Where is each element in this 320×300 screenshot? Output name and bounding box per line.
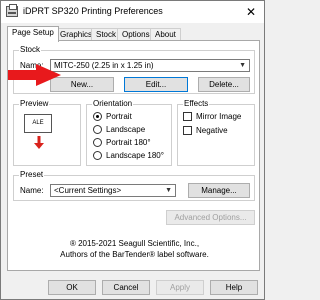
preset-name-label: Name: xyxy=(20,186,44,195)
copyright-line-2: Authors of the BarTender® label software… xyxy=(60,250,209,259)
cancel-button[interactable]: Cancel xyxy=(102,280,150,295)
orientation-landscape-label: Landscape xyxy=(106,125,146,134)
orientation-group-label: Orientation xyxy=(92,99,134,109)
radio-button[interactable] xyxy=(93,112,102,121)
orientation-portrait-180-label: Portrait 180° xyxy=(106,138,151,147)
label-preview: ALE xyxy=(24,114,52,133)
delete-stock-button[interactable]: Delete... xyxy=(198,77,250,92)
checkbox[interactable] xyxy=(183,126,192,135)
close-icon[interactable]: ✕ xyxy=(242,4,260,20)
chevron-down-icon: ▼ xyxy=(239,62,246,69)
stock-group-label: Stock xyxy=(19,45,42,55)
annotation-arrow-icon xyxy=(8,64,61,86)
effects-group: Effects Mirror Image Negative xyxy=(177,99,255,166)
stock-name-value: MITC-250 (2.25 in x 1.25 in) xyxy=(54,61,154,70)
edit-stock-button[interactable]: Edit... xyxy=(124,77,188,92)
stock-name-select[interactable]: MITC-250 (2.25 in x 1.25 in) ▼ xyxy=(50,59,250,72)
effects-group-label: Effects xyxy=(183,99,210,109)
negative-label: Negative xyxy=(196,126,228,135)
advanced-options-button[interactable]: Advanced Options... xyxy=(166,210,255,225)
tab-page-setup[interactable]: Page Setup xyxy=(7,26,59,42)
preview-group-label: Preview xyxy=(19,99,50,109)
preset-name-value: <Current Settings> xyxy=(54,186,122,195)
mirror-image-label: Mirror Image xyxy=(196,112,242,121)
preview-group: Preview ALE xyxy=(13,99,81,166)
orientation-portrait-label: Portrait xyxy=(106,112,132,121)
radio-button[interactable] xyxy=(93,151,102,160)
checkbox[interactable] xyxy=(183,112,192,121)
chevron-down-icon: ▼ xyxy=(165,187,172,194)
copyright-line-1: ® 2015-2021 Seagull Scientific, Inc., xyxy=(69,239,200,248)
preset-name-select[interactable]: <Current Settings> ▼ xyxy=(50,184,176,197)
ok-button[interactable]: OK xyxy=(48,280,96,295)
radio-button[interactable] xyxy=(93,125,102,134)
orientation-group: Orientation Portrait Landscape Portrait … xyxy=(86,99,172,166)
preset-group: Preset Name: <Current Settings> ▼ Manage… xyxy=(13,170,255,201)
apply-button[interactable]: Apply xyxy=(156,280,204,295)
preset-group-label: Preset xyxy=(19,170,45,180)
window-title: iDPRT SP320 Printing Preferences xyxy=(23,6,163,16)
orientation-landscape-180-label: Landscape 180° xyxy=(106,151,164,160)
feed-direction-arrow-icon xyxy=(34,136,44,149)
help-button[interactable]: Help xyxy=(210,280,258,295)
printing-preferences-dialog: iDPRT SP320 Printing Preferences ✕ Page … xyxy=(0,0,265,300)
manage-presets-button[interactable]: Manage... xyxy=(188,183,250,198)
preview-sample-text: ALE xyxy=(32,120,44,126)
radio-button[interactable] xyxy=(93,138,102,147)
title-bar: iDPRT SP320 Printing Preferences ✕ xyxy=(1,1,264,23)
printer-icon xyxy=(6,4,18,17)
